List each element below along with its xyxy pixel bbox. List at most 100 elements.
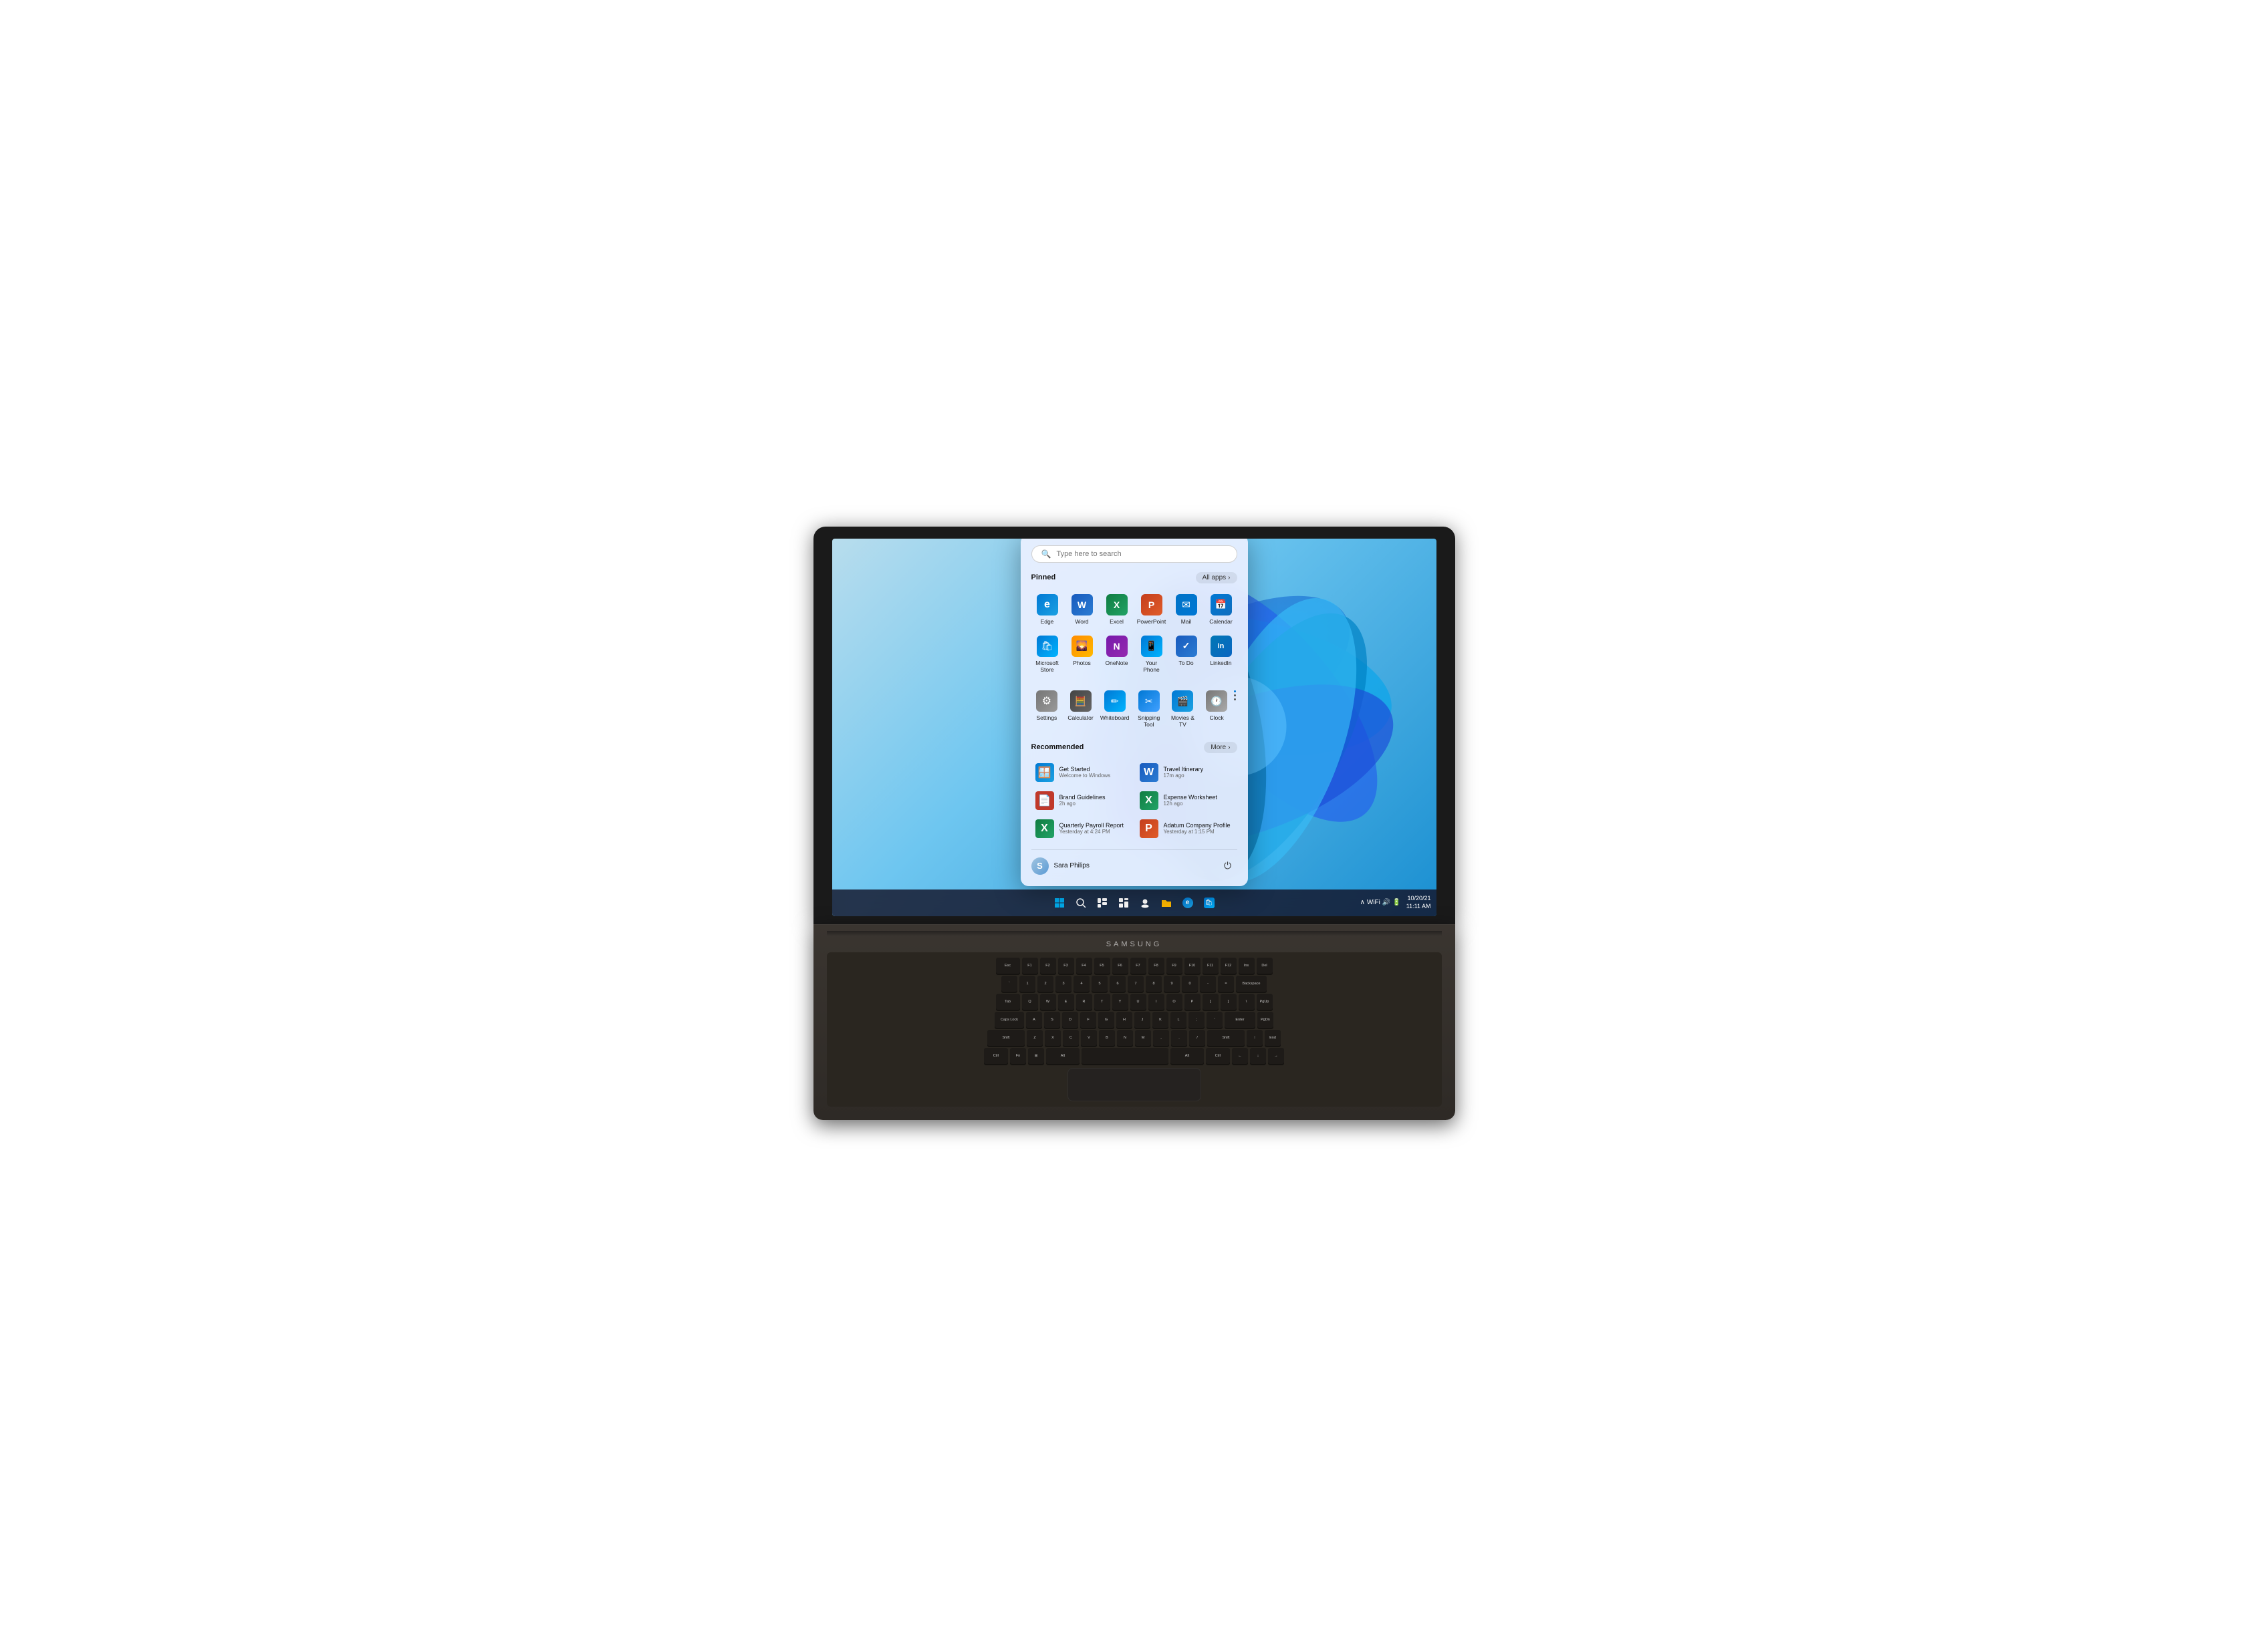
key-j[interactable]: J bbox=[1134, 1012, 1150, 1028]
app-onenote[interactable]: N OneNote bbox=[1101, 632, 1133, 677]
file-explorer-button[interactable] bbox=[1158, 894, 1175, 912]
power-button[interactable]: ⏻ bbox=[1219, 857, 1237, 875]
app-photos[interactable]: 🌄 Photos bbox=[1066, 632, 1098, 677]
key-f7[interactable]: F7 bbox=[1130, 958, 1146, 974]
key-0[interactable]: 0 bbox=[1182, 976, 1198, 992]
task-view-button[interactable] bbox=[1094, 894, 1111, 912]
app-calculator[interactable]: 🧮 Calculator bbox=[1065, 686, 1096, 732]
more-button[interactable]: More › bbox=[1204, 742, 1237, 753]
key-h[interactable]: H bbox=[1116, 1012, 1132, 1028]
key-4[interactable]: 4 bbox=[1074, 976, 1090, 992]
clock-display[interactable]: 10/20/21 11:11 AM bbox=[1406, 895, 1431, 910]
app-todo[interactable]: ✓ To Do bbox=[1170, 632, 1203, 677]
key-9[interactable]: 9 bbox=[1164, 976, 1180, 992]
key-f8[interactable]: F8 bbox=[1148, 958, 1164, 974]
key-f6[interactable]: F6 bbox=[1112, 958, 1128, 974]
start-button[interactable] bbox=[1051, 894, 1068, 912]
volume-icon[interactable]: 🔊 bbox=[1382, 899, 1390, 906]
app-clock[interactable]: 🕐 Clock bbox=[1201, 686, 1233, 732]
rec-payroll[interactable]: X Quarterly Payroll Report Yesterday at … bbox=[1031, 816, 1133, 841]
chevron-up-icon[interactable]: ∧ bbox=[1360, 899, 1365, 906]
key-period[interactable]: . bbox=[1171, 1030, 1187, 1046]
key-v[interactable]: V bbox=[1081, 1030, 1097, 1046]
key-f12[interactable]: F12 bbox=[1221, 958, 1237, 974]
rec-expense[interactable]: X Expense Worksheet 12h ago bbox=[1136, 788, 1237, 813]
key-pgup[interactable]: PgUp bbox=[1257, 994, 1273, 1010]
key-insert[interactable]: Ins bbox=[1239, 958, 1255, 974]
key-lbracket[interactable]: [ bbox=[1203, 994, 1219, 1010]
key-f[interactable]: F bbox=[1080, 1012, 1096, 1028]
key-p[interactable]: P bbox=[1184, 994, 1201, 1010]
user-info[interactable]: S Sara Philips bbox=[1031, 857, 1090, 875]
key-2[interactable]: 2 bbox=[1037, 976, 1053, 992]
key-t[interactable]: T bbox=[1094, 994, 1110, 1010]
key-enter[interactable]: Enter bbox=[1225, 1012, 1255, 1028]
key-f1[interactable]: F1 bbox=[1022, 958, 1038, 974]
key-i[interactable]: I bbox=[1148, 994, 1164, 1010]
key-x[interactable]: X bbox=[1045, 1030, 1061, 1046]
key-shift-left[interactable]: Shift bbox=[987, 1030, 1025, 1046]
key-f5[interactable]: F5 bbox=[1094, 958, 1110, 974]
key-7[interactable]: 7 bbox=[1128, 976, 1144, 992]
touchpad[interactable] bbox=[1067, 1068, 1201, 1101]
key-f9[interactable]: F9 bbox=[1166, 958, 1182, 974]
key-end[interactable]: End bbox=[1265, 1030, 1281, 1046]
app-mail[interactable]: ✉ Mail bbox=[1170, 590, 1203, 629]
key-up[interactable]: ↑ bbox=[1247, 1030, 1263, 1046]
key-6[interactable]: 6 bbox=[1110, 976, 1126, 992]
key-w[interactable]: W bbox=[1040, 994, 1056, 1010]
app-whiteboard[interactable]: ✏ Whiteboard bbox=[1099, 686, 1130, 732]
key-semicolon[interactable]: ; bbox=[1188, 1012, 1205, 1028]
app-powerpoint[interactable]: P PowerPoint bbox=[1136, 590, 1168, 629]
search-bar[interactable]: 🔍 bbox=[1031, 545, 1237, 563]
key-capslock[interactable]: Caps Lock bbox=[995, 1012, 1024, 1028]
key-s[interactable]: S bbox=[1044, 1012, 1060, 1028]
key-d[interactable]: D bbox=[1062, 1012, 1078, 1028]
key-pgdn[interactable]: PgDn bbox=[1257, 1012, 1273, 1028]
key-tab[interactable]: Tab bbox=[996, 994, 1020, 1010]
key-c[interactable]: C bbox=[1063, 1030, 1079, 1046]
key-comma[interactable]: , bbox=[1153, 1030, 1169, 1046]
key-f10[interactable]: F10 bbox=[1184, 958, 1201, 974]
key-esc[interactable]: Esc bbox=[996, 958, 1020, 974]
app-excel[interactable]: X Excel bbox=[1101, 590, 1133, 629]
key-slash[interactable]: / bbox=[1189, 1030, 1205, 1046]
key-g[interactable]: G bbox=[1098, 1012, 1114, 1028]
app-word[interactable]: W Word bbox=[1066, 590, 1098, 629]
rec-brand[interactable]: 📄 Brand Guidelines 2h ago bbox=[1031, 788, 1133, 813]
key-e[interactable]: E bbox=[1058, 994, 1074, 1010]
key-n[interactable]: N bbox=[1117, 1030, 1133, 1046]
key-8[interactable]: 8 bbox=[1146, 976, 1162, 992]
key-q[interactable]: Q bbox=[1022, 994, 1038, 1010]
key-win[interactable]: ⊞ bbox=[1028, 1048, 1044, 1064]
key-backspace[interactable]: Backspace bbox=[1236, 976, 1267, 992]
key-ctrl-left[interactable]: Ctrl bbox=[984, 1048, 1008, 1064]
key-alt-right[interactable]: Alt bbox=[1170, 1048, 1204, 1064]
key-shift-right[interactable]: Shift bbox=[1207, 1030, 1245, 1046]
key-b[interactable]: B bbox=[1099, 1030, 1115, 1046]
widgets-button[interactable] bbox=[1115, 894, 1132, 912]
key-u[interactable]: U bbox=[1130, 994, 1146, 1010]
key-ctrl-right[interactable]: Ctrl bbox=[1206, 1048, 1230, 1064]
key-alt-left[interactable]: Alt bbox=[1046, 1048, 1080, 1064]
app-phone[interactable]: 📱 Your Phone bbox=[1136, 632, 1168, 677]
all-apps-button[interactable]: All apps › bbox=[1196, 572, 1237, 583]
rec-get-started[interactable]: 🪟 Get Started Welcome to Windows bbox=[1031, 760, 1133, 785]
app-msstore[interactable]: 🛍 Microsoft Store bbox=[1031, 632, 1063, 677]
key-3[interactable]: 3 bbox=[1055, 976, 1072, 992]
key-a[interactable]: A bbox=[1026, 1012, 1042, 1028]
key-z[interactable]: Z bbox=[1027, 1030, 1043, 1046]
key-m[interactable]: M bbox=[1135, 1030, 1151, 1046]
app-edge[interactable]: e Edge bbox=[1031, 590, 1063, 629]
app-linkedin[interactable]: in LinkedIn bbox=[1205, 632, 1237, 677]
key-backtick[interactable]: ` bbox=[1001, 976, 1017, 992]
taskbar-store-button[interactable]: 🛍 bbox=[1201, 894, 1218, 912]
key-5[interactable]: 5 bbox=[1092, 976, 1108, 992]
rec-adatum[interactable]: P Adatum Company Profile Yesterday at 1:… bbox=[1136, 816, 1237, 841]
app-calendar[interactable]: 📅 Calendar bbox=[1205, 590, 1237, 629]
key-left[interactable]: ← bbox=[1232, 1048, 1248, 1064]
chat-button[interactable] bbox=[1136, 894, 1154, 912]
key-y[interactable]: Y bbox=[1112, 994, 1128, 1010]
key-space[interactable] bbox=[1082, 1048, 1168, 1064]
app-snipping[interactable]: ✂ Snipping Tool bbox=[1133, 686, 1164, 732]
